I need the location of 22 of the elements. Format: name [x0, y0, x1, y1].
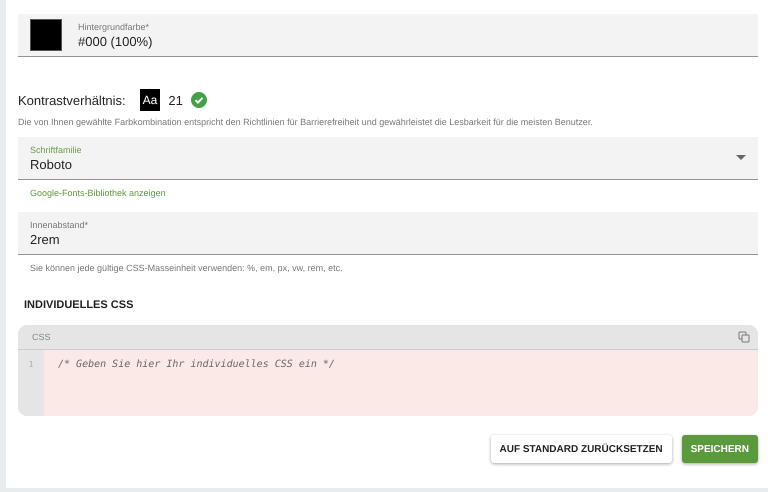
contrast-ratio: 21	[168, 92, 183, 108]
field-label: Innenabstand*	[30, 220, 90, 230]
dropdown-arrow-icon[interactable]	[736, 155, 746, 161]
reset-button[interactable]: AUF STANDARD ZURÜCKSETZEN	[490, 435, 672, 463]
contrast-label: Kontrastverhältnis:	[18, 92, 126, 108]
line-number: 1	[28, 360, 34, 369]
editor-label: CSS	[32, 332, 51, 342]
contrast-sample: Aa	[140, 89, 160, 111]
color-field[interactable]: Hintergrundfarbe* #000 (100%)	[18, 14, 758, 57]
contrast-description: Die von Ihnen gewählte Farbkombination entspricht den Richtlinien für Barrierefreiheit und gewährleistet die Lesbarkeit für die meisten Benutzer.	[18, 117, 594, 127]
color-swatch[interactable]	[30, 19, 62, 51]
section-heading: INDIVIDUELLES CSS	[24, 299, 134, 311]
field-label: Hintergrundfarbe*	[78, 22, 150, 32]
field-label: Schriftfamilie	[30, 144, 83, 154]
padding-field[interactable]: Innenabstand* 2rem	[18, 212, 758, 255]
field-value: Roboto	[30, 156, 73, 172]
code-input[interactable]: /* Geben Sie hier Ihr individuelles CSS ein */	[44, 350, 758, 416]
field-value: 2rem	[30, 232, 61, 246]
copy-icon[interactable]	[738, 331, 750, 343]
field-value: #000 (100%)	[78, 34, 154, 48]
font-family-select[interactable]: Schriftfamilie Roboto	[18, 137, 758, 180]
hint-text: Sie können jede gültige CSS-Masseinheit verwenden: %, em, px, vw, rem, etc.	[30, 263, 344, 273]
